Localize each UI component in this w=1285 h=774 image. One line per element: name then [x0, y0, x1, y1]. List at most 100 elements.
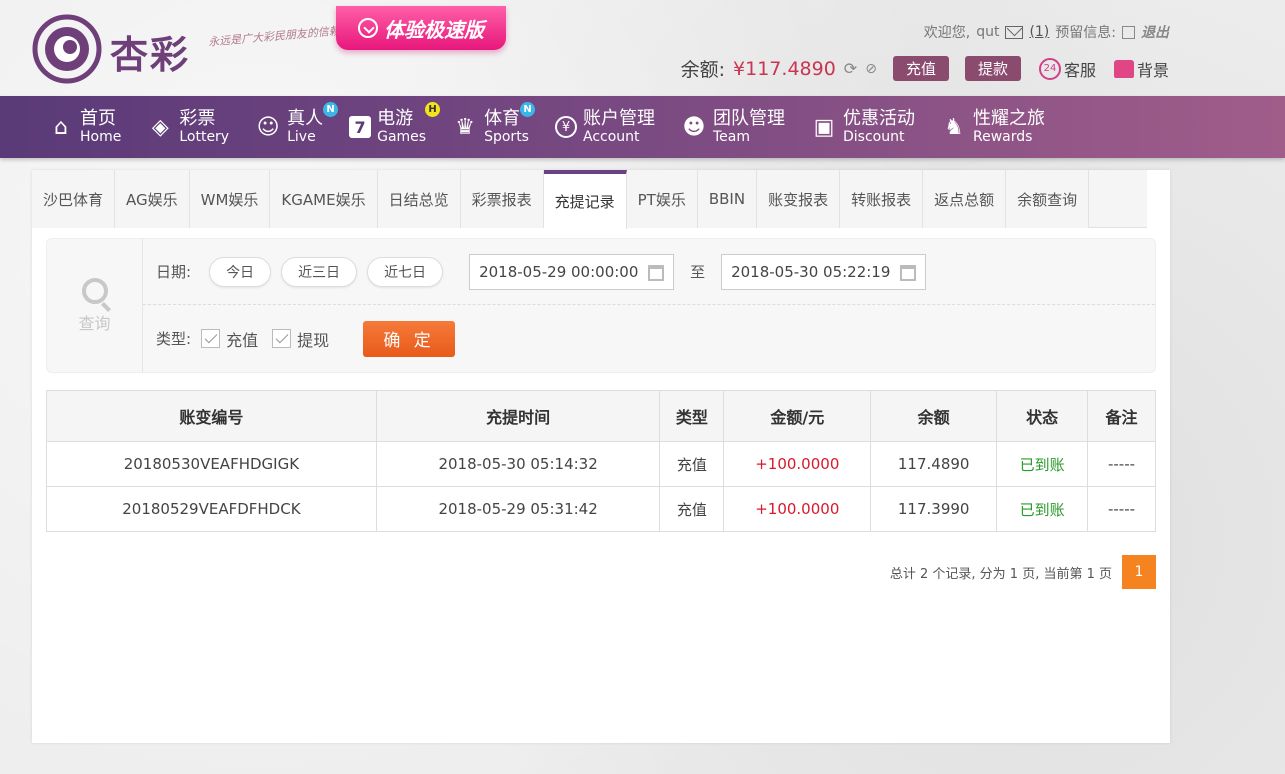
nav-item-lottery[interactable]: ◈ 彩票 Lottery: [147, 110, 230, 145]
calendar-icon[interactable]: [648, 264, 665, 281]
reserved-info-label: 预留信息:: [1055, 25, 1116, 41]
nav-item-account[interactable]: ¥ 账户管理 Account: [554, 108, 655, 145]
tab-account-change-report[interactable]: 账变报表: [757, 170, 841, 228]
nav-en: Lottery: [179, 129, 230, 145]
nav-en: Sports: [484, 129, 529, 145]
calendar-icon[interactable]: [900, 264, 917, 281]
content-panel: 沙巴体育 AG娱乐 WM娱乐 KGAME娱乐 日结总览 彩票报表 充提记录 PT…: [32, 170, 1170, 743]
cell-remark: -----: [1087, 486, 1156, 532]
query-side-label: 查询: [78, 313, 111, 333]
nav-cn: 性耀之旅: [972, 108, 1045, 129]
trophy-icon: ♛: [455, 114, 475, 140]
withdraw-button[interactable]: 提款: [964, 56, 1021, 81]
customer-service-link[interactable]: 24 客服: [1038, 57, 1096, 81]
nav-en: Discount: [842, 129, 905, 145]
today-button[interactable]: 今日: [209, 256, 272, 287]
new-badge: N: [520, 102, 536, 117]
tab-balance-query[interactable]: 余额查询: [1006, 170, 1090, 228]
type-label: 类型:: [156, 330, 192, 348]
background-label: 背景: [1136, 60, 1169, 80]
main-nav: ⌂ 首页 Home ◈ 彩票 Lottery ☺ 真人 Live N 7 电游 Game…: [0, 96, 1285, 158]
cell-type: 充值: [659, 486, 725, 532]
col-time: 充提时间: [375, 390, 661, 442]
logo-icon[interactable]: [32, 14, 102, 84]
deposit-checkbox-label: 充值: [226, 330, 259, 350]
cell-status: 已到账: [996, 441, 1089, 487]
pagination-summary: 总计 2 个记录, 分为 1 页, 当前第 1 页: [889, 566, 1112, 582]
nav-cn: 账户管理: [582, 108, 655, 129]
cell-status: 已到账: [996, 486, 1089, 532]
nav-item-rewards[interactable]: ♞ 性耀之旅 Rewards: [941, 108, 1045, 145]
refresh-icon[interactable]: ⟳: [844, 59, 857, 78]
nav-item-home[interactable]: ⌂ 首页 Home: [48, 110, 122, 145]
nav-item-live[interactable]: ☺ 真人 Live N: [255, 102, 339, 144]
tab-pt[interactable]: PT娱乐: [626, 170, 698, 228]
message-count-link[interactable]: (1): [1029, 24, 1049, 40]
tab-kgame[interactable]: KGAME娱乐: [270, 170, 378, 228]
tab-bbin[interactable]: BBIN: [697, 170, 758, 228]
end-date-value: 2018-05-30 05:22:19: [731, 262, 891, 281]
records-table: 账变编号 充提时间 类型 金额/元 余额 状态 备注 20180530VEAFH…: [46, 390, 1156, 532]
team-icon: ☻: [682, 114, 706, 140]
cell-remark: -----: [1087, 441, 1156, 487]
tab-shaba-sports[interactable]: 沙巴体育: [32, 170, 116, 228]
col-serial: 账变编号: [46, 390, 377, 442]
to-label: 至: [690, 263, 706, 281]
pagination: 总计 2 个记录, 分为 1 页, 当前第 1 页 1: [890, 555, 1156, 589]
col-type: 类型: [659, 390, 725, 442]
tab-transfer-report[interactable]: 转账报表: [840, 170, 924, 228]
yen-icon: ¥: [554, 116, 577, 138]
page-button[interactable]: 1: [1122, 555, 1156, 589]
nav-item-sports[interactable]: ♛ 体育 Sports N: [452, 102, 536, 145]
nav-item-team[interactable]: ☻ 团队管理 Team: [681, 108, 785, 145]
tab-lottery-report[interactable]: 彩票报表: [460, 170, 544, 228]
promo-button[interactable]: 体验极速版: [336, 6, 506, 50]
withdraw-checkbox[interactable]: 提现: [272, 327, 329, 351]
deposit-button[interactable]: 充值: [892, 56, 949, 81]
background-link[interactable]: 背景: [1113, 57, 1169, 81]
brand-name: 杏彩: [110, 32, 191, 77]
balance-line: 余额: ¥117.4890 ⟳ ⊘ 充值 提款 24 客服 背景: [681, 55, 1169, 82]
header: 杏彩 永远是广大彩民朋友的信赖 体验极速版 欢迎您, qut (1) 预留信息:…: [0, 0, 1285, 96]
end-date-input[interactable]: 2018-05-30 05:22:19: [721, 253, 927, 290]
tab-daily-summary[interactable]: 日结总览: [377, 170, 461, 228]
start-date-input[interactable]: 2018-05-29 00:00:00: [469, 253, 675, 290]
nav-item-games[interactable]: 7 电游 Games H: [349, 102, 441, 144]
col-status: 状态: [996, 390, 1089, 442]
gift-icon: ▣: [813, 114, 835, 140]
col-remark: 备注: [1087, 390, 1156, 442]
last-3-days-button[interactable]: 近三日: [281, 256, 358, 287]
deposit-checkbox[interactable]: 充值: [201, 327, 258, 351]
mail-icon[interactable]: [1005, 25, 1024, 39]
nav-en: Team: [712, 129, 750, 145]
tab-deposit-withdraw-records[interactable]: 充提记录: [543, 170, 627, 229]
nav-en: Home: [80, 129, 122, 145]
nav-en: Account: [582, 129, 640, 145]
cell-serial: 20180529VEAFDFHDCK: [46, 486, 377, 532]
search-icon: [81, 277, 108, 304]
table-header-row: 账变编号 充提时间 类型 金额/元 余额 状态 备注: [46, 390, 1156, 442]
last-7-days-button[interactable]: 近七日: [367, 256, 444, 287]
nav-cn: 团队管理: [712, 108, 785, 129]
tab-rebate-total[interactable]: 返点总额: [923, 170, 1007, 228]
tab-ag[interactable]: AG娱乐: [115, 170, 190, 228]
support-24-icon: 24: [1038, 57, 1061, 80]
tab-wm[interactable]: WM娱乐: [189, 170, 271, 228]
query-form: 查询 日期: 今日 近三日 近七日 2018-05-29 00:00:00 至 …: [46, 238, 1156, 373]
edit-icon[interactable]: [1122, 25, 1135, 39]
customer-service-label: 客服: [1063, 60, 1096, 80]
hide-balance-icon[interactable]: ⊘: [865, 61, 877, 77]
col-balance: 余额: [870, 390, 998, 442]
username: qut: [976, 24, 1000, 40]
cell-balance: 117.3990: [870, 486, 998, 532]
nav-cn: 电游: [377, 108, 414, 129]
logout-link[interactable]: 退出: [1141, 22, 1169, 42]
play-icon: [358, 18, 378, 38]
cell-amount: +100.0000: [723, 441, 872, 487]
cell-time: 2018-05-30 05:14:32: [375, 441, 661, 487]
nav-item-discount[interactable]: ▣ 优惠活动 Discount: [811, 110, 915, 145]
welcome-text: 欢迎您,: [923, 25, 971, 41]
cell-serial: 20180530VEAFHDGIGK: [46, 441, 377, 487]
confirm-button[interactable]: 确 定: [363, 320, 456, 357]
cell-time: 2018-05-29 05:31:42: [375, 486, 661, 532]
